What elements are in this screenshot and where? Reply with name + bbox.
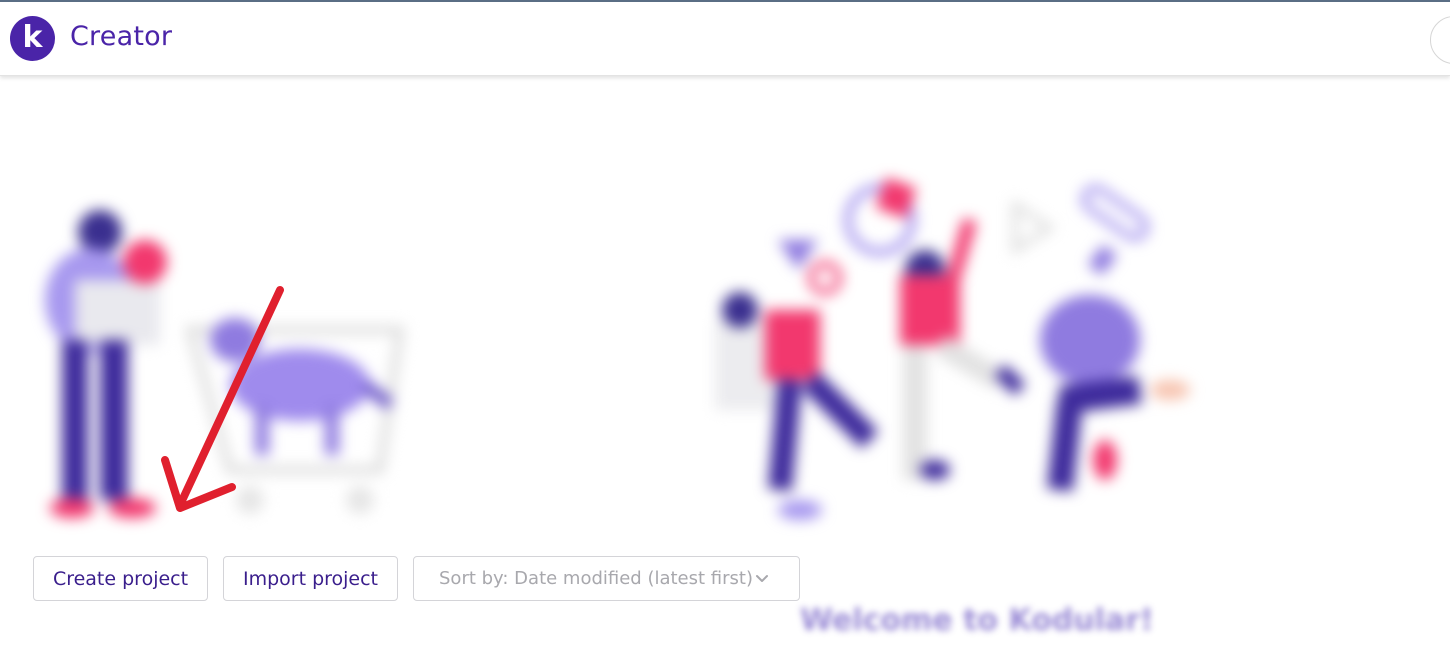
- kodular-logo-icon[interactable]: k: [10, 16, 55, 61]
- red-arrow-icon: [161, 286, 284, 512]
- app-header: k Creator: [0, 2, 1450, 76]
- empty-state-illustration-right: [715, 177, 1190, 520]
- chevron-down-icon: [755, 557, 769, 600]
- import-project-button[interactable]: Import project: [223, 556, 398, 601]
- welcome-heading: Welcome to Kodular!: [800, 603, 1154, 638]
- user-avatar[interactable]: [1430, 16, 1450, 64]
- sort-by-select[interactable]: Sort by: Date modified (latest first): [413, 556, 800, 601]
- sort-by-label: Sort by: Date modified (latest first): [439, 568, 753, 589]
- app-title: Creator: [70, 21, 173, 52]
- create-project-button[interactable]: Create project: [33, 556, 208, 601]
